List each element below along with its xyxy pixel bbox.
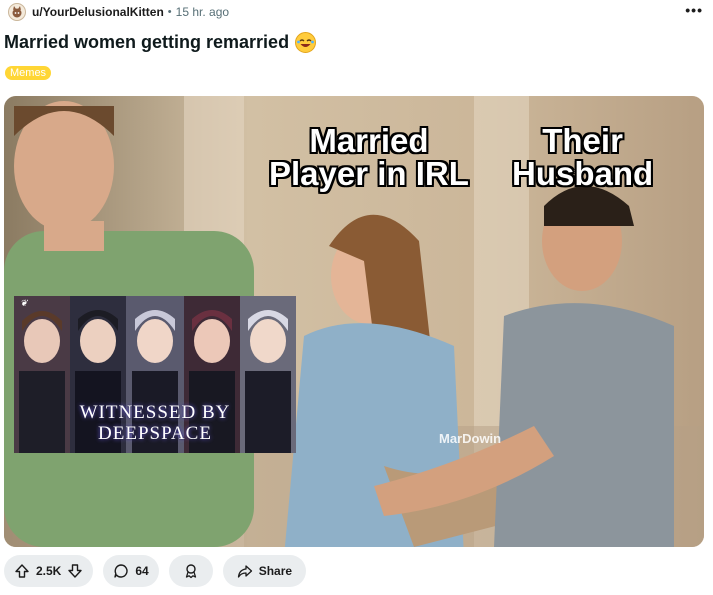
- share-arrow-icon: [237, 565, 252, 578]
- caption-married-player: Married Player in IRL: [269, 124, 469, 190]
- post-title[interactable]: Married women getting remarried: [4, 32, 317, 53]
- caption-line: Husband: [512, 155, 654, 192]
- share-button[interactable]: Share: [222, 555, 307, 587]
- comment-count: 64: [135, 564, 149, 578]
- downvote-arrow-icon: [68, 564, 83, 578]
- post-title-text: Married women getting remarried: [4, 32, 290, 52]
- user-avatar[interactable]: [8, 3, 26, 21]
- comments-button[interactable]: 64: [103, 555, 159, 587]
- inset-title-line: WITNESSED BY: [79, 402, 231, 423]
- caption-line: Their: [542, 122, 623, 159]
- inset-title: WITNESSED BY DEEPSPACE: [14, 402, 296, 444]
- separator-dot: •: [167, 6, 172, 18]
- vote-count: 2.5K: [36, 564, 62, 578]
- post-flair-badge[interactable]: Memes: [5, 66, 52, 80]
- deepspace-inset-image: ❦ WITNESSED BY DEEPSPACE: [14, 296, 296, 453]
- cat-avatar-icon: [12, 6, 22, 18]
- meme-image[interactable]: Married Player in IRL Their Husband MarD…: [4, 96, 704, 547]
- game-logo-icon: ❦: [20, 298, 28, 308]
- more-options-button[interactable]: •••: [685, 2, 703, 18]
- post-timestamp: 15 hr. ago: [175, 5, 230, 19]
- post-header: u/YourDelusionalKitten • 15 hr. ago: [8, 3, 229, 21]
- caption-line: Player in IRL: [269, 155, 469, 192]
- image-watermark: MarDowin: [439, 431, 502, 446]
- award-button[interactable]: [168, 555, 213, 587]
- comment-bubble-icon: [114, 564, 129, 578]
- award-ribbon-icon: [185, 564, 196, 579]
- laughing-emoji-icon: [295, 32, 317, 53]
- downvote-button[interactable]: [67, 563, 83, 579]
- inset-title-line: DEEPSPACE: [98, 423, 212, 444]
- vote-control: 2.5K: [4, 555, 94, 587]
- share-label: Share: [258, 564, 293, 578]
- caption-their-husband: Their Husband: [512, 124, 653, 190]
- upvote-button[interactable]: [14, 563, 30, 579]
- username-link[interactable]: u/YourDelusionalKitten: [32, 5, 164, 19]
- upvote-arrow-icon: [15, 564, 29, 578]
- caption-line: Married: [309, 122, 429, 159]
- post-actions-bar: 2.5K 64 Share: [4, 555, 307, 587]
